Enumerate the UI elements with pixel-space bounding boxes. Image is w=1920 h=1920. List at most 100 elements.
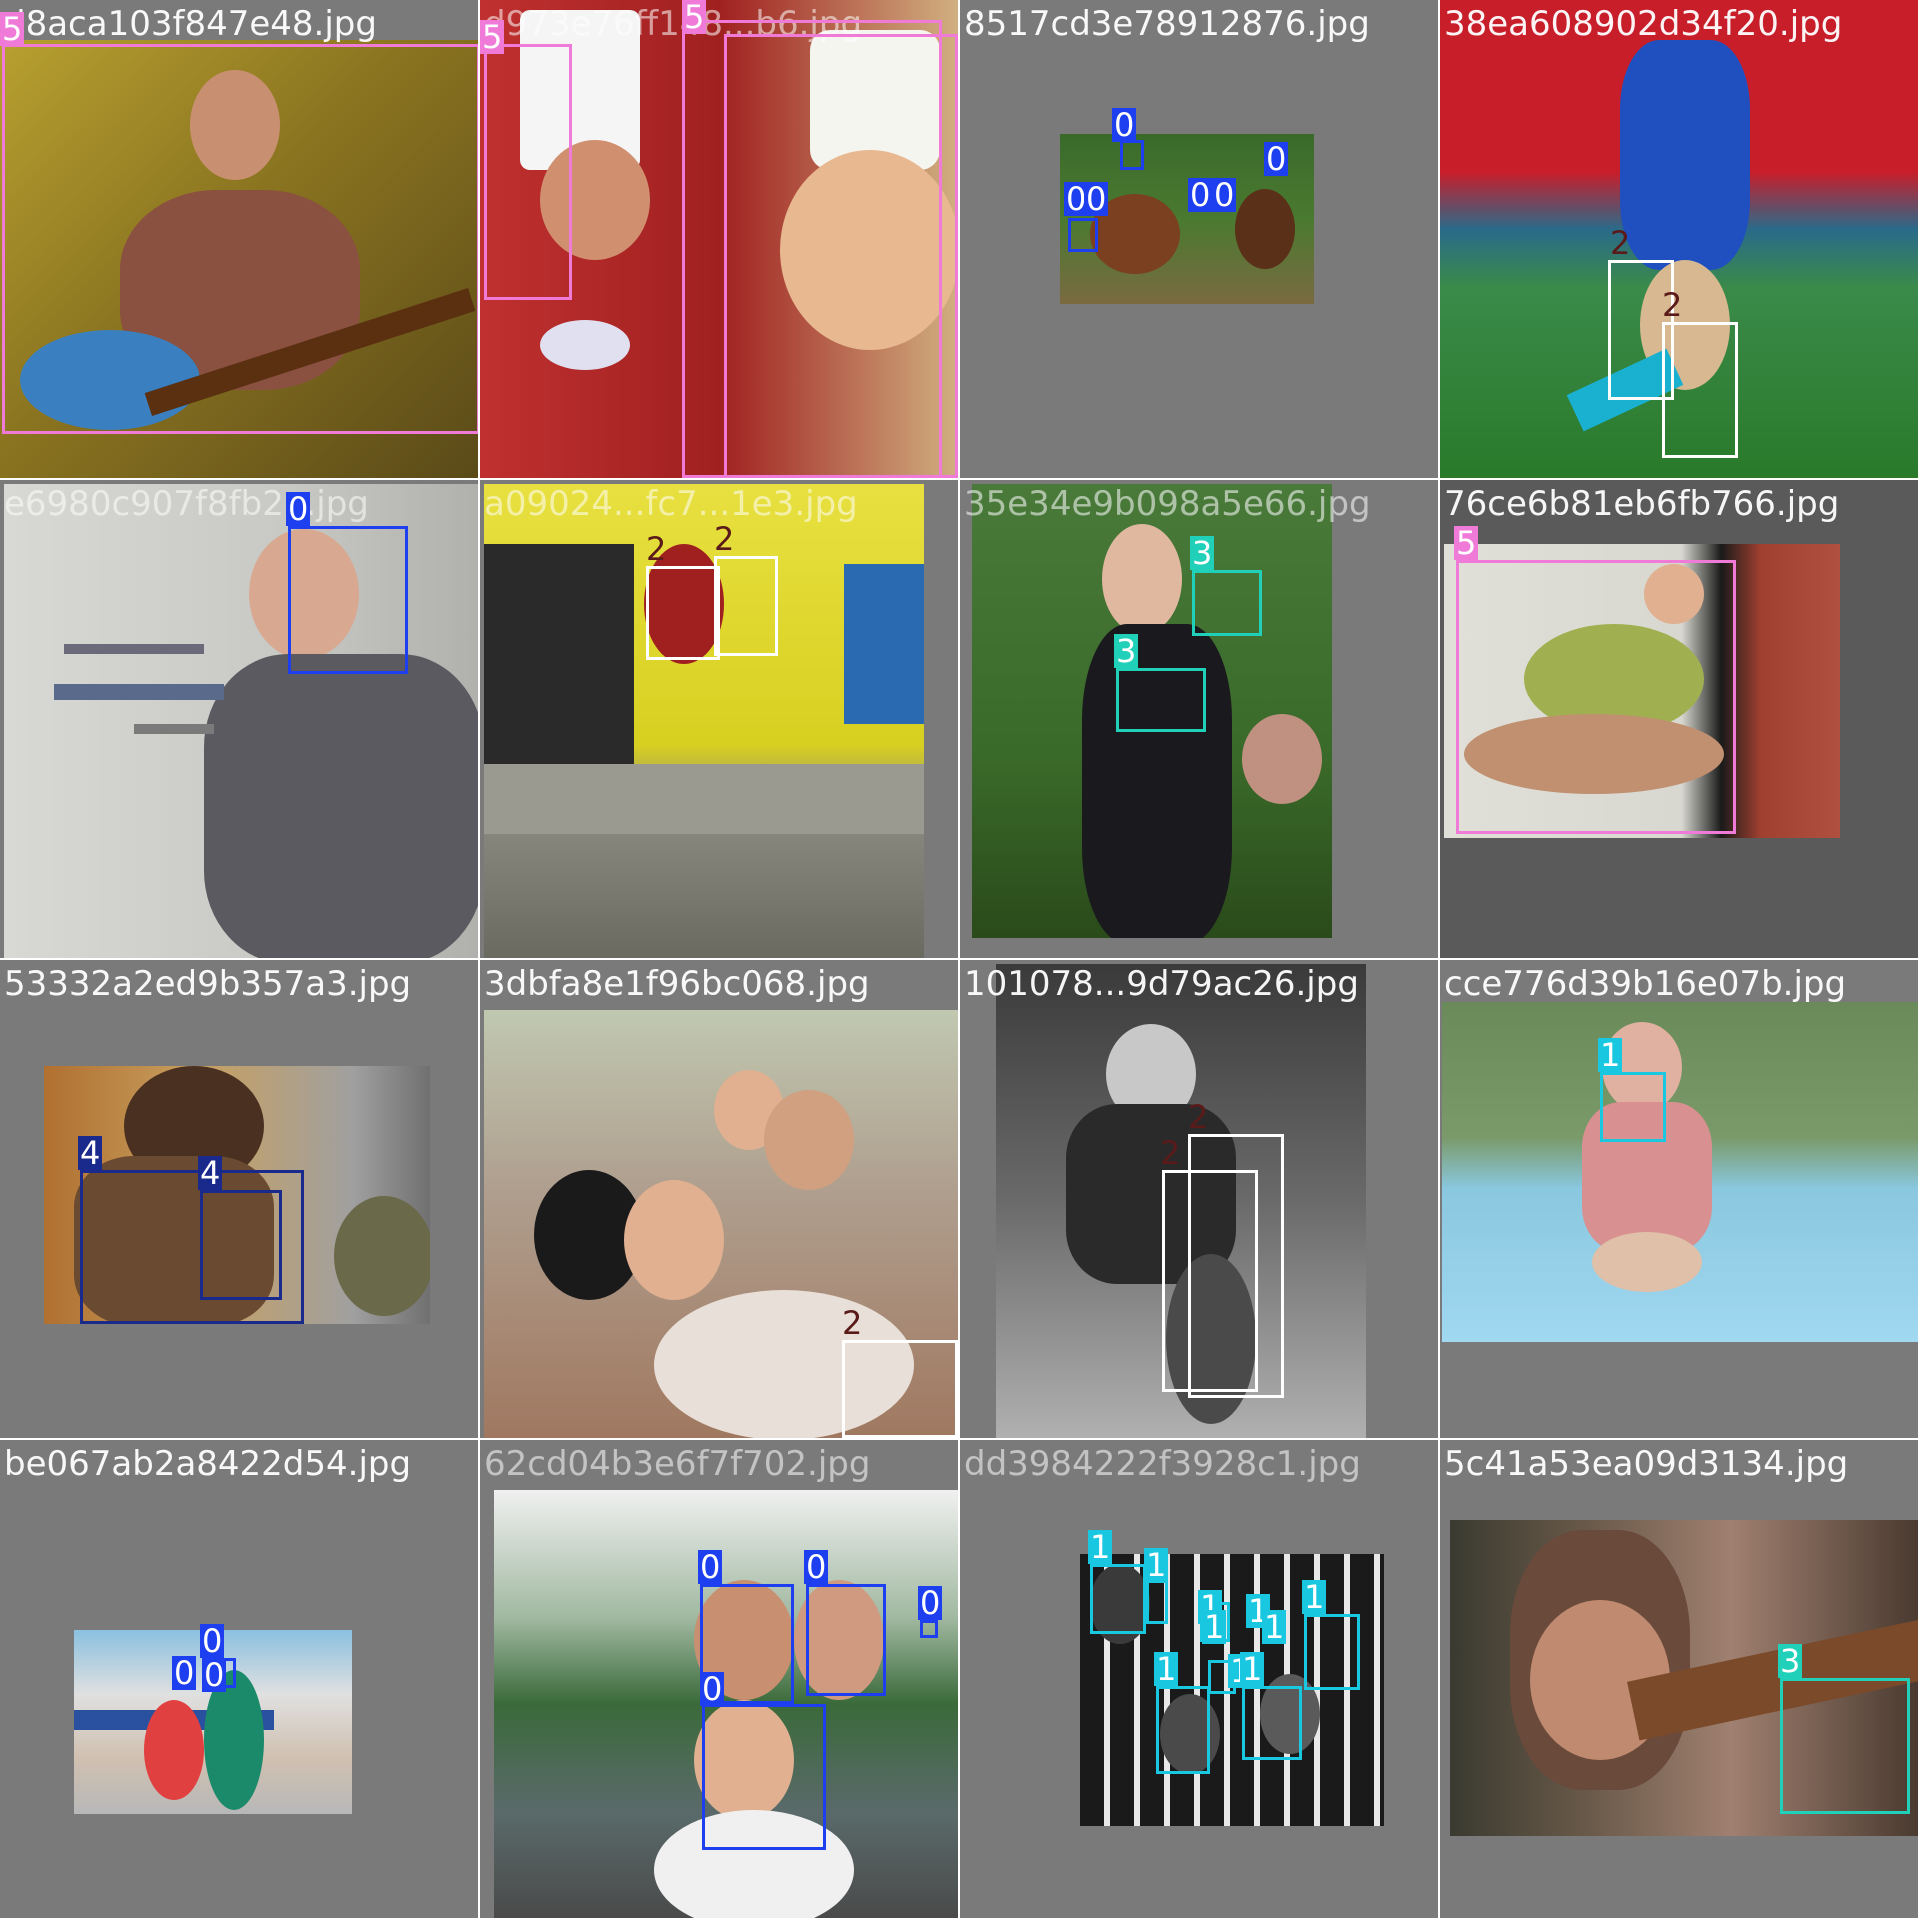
- filename-label: cce776d39b16e07b.jpg: [1444, 964, 1847, 1004]
- class-label-tag: 1: [1202, 1608, 1227, 1646]
- mosaic-tile: 38ea608902d34f20.jpg 2 2: [1440, 0, 1918, 478]
- bounding-box: [2, 44, 478, 434]
- bounding-box: [702, 1704, 826, 1850]
- grid-divider: [958, 0, 960, 1920]
- mosaic-tile: a09024...fc7...1e3.jpg 2 2: [480, 480, 958, 958]
- mosaic-grid: d8aca103f847e48.jpg 5 d973e76ff148...b6.…: [0, 0, 1920, 1920]
- class-label-tag: 0: [286, 490, 311, 528]
- mosaic-tile: 8517cd3e78912876.jpg 0 0 0 0 0 0: [960, 0, 1438, 478]
- class-label-tag: 1: [1154, 1650, 1179, 1688]
- bounding-box: [1068, 218, 1098, 252]
- grid-divider: [0, 478, 1920, 480]
- grid-divider: [1438, 0, 1440, 1920]
- bounding-box: [806, 1584, 886, 1696]
- class-label-tag: 2: [842, 1304, 863, 1342]
- bounding-box: [646, 566, 720, 660]
- bounding-box: [1600, 1072, 1666, 1142]
- class-label-tag: 2: [646, 530, 667, 568]
- class-label-tag: 3: [1778, 1642, 1803, 1680]
- bounding-box: [1662, 322, 1738, 458]
- mosaic-tile: dd3984222f3928c1.jpg 1 1 1 1 1 1 1 1 1 1: [960, 1440, 1438, 1918]
- class-label-tag: 0: [804, 1548, 829, 1586]
- mosaic-tile: 76ce6b81eb6fb766.jpg 5: [1440, 480, 1918, 958]
- class-label-tag: 2: [1610, 224, 1631, 262]
- mosaic-tile: 35e34e9b098a5e66.jpg 3 3: [960, 480, 1438, 958]
- mosaic-tile: e6980c907f8fb2...jpg 0: [0, 480, 478, 958]
- filename-label: dd3984222f3928c1.jpg: [964, 1444, 1361, 1484]
- mosaic-tile: be067ab2a8422d54.jpg 0 0 0: [0, 1440, 478, 1918]
- class-label-tag: 2: [1662, 286, 1683, 324]
- class-label-tag: 5: [1454, 524, 1479, 562]
- filename-label: 8517cd3e78912876.jpg: [964, 4, 1370, 44]
- bounding-box: [1242, 1686, 1302, 1760]
- filename-label: 53332a2ed9b357a3.jpg: [4, 964, 412, 1004]
- class-label-tag: 0: [172, 1654, 197, 1692]
- class-label-tag: 0: [1084, 180, 1109, 218]
- grid-divider: [478, 0, 480, 1920]
- filename-label: 38ea608902d34f20.jpg: [1444, 4, 1843, 44]
- class-label-tag: 5: [480, 18, 505, 56]
- mosaic-tile: 3dbfa8e1f96bc068.jpg 2: [480, 960, 958, 1438]
- bounding-box: [1120, 140, 1144, 170]
- mosaic-tile: cce776d39b16e07b.jpg 1: [1440, 960, 1918, 1438]
- mosaic-tile: 53332a2ed9b357a3.jpg 4 4: [0, 960, 478, 1438]
- class-label-tag: 1: [1262, 1608, 1287, 1646]
- grid-divider: [0, 1438, 1920, 1440]
- filename-label: 76ce6b81eb6fb766.jpg: [1444, 484, 1840, 524]
- class-label-tag: 5: [682, 0, 707, 36]
- class-label-tag: 0: [698, 1548, 723, 1586]
- filename-label: 62cd04b3e6f7f702.jpg: [484, 1444, 871, 1484]
- class-label-tag: 0: [918, 1584, 943, 1622]
- class-label-tag: 0: [1188, 176, 1213, 214]
- class-label-tag: 1: [1302, 1578, 1327, 1616]
- class-label-tag: 0: [1264, 140, 1289, 178]
- bounding-box: [1146, 1580, 1168, 1624]
- class-label-tag: 1: [1144, 1546, 1169, 1584]
- class-label-tag: 0: [1212, 176, 1237, 214]
- bounding-box: [1162, 1170, 1258, 1392]
- class-label-tag: 3: [1190, 534, 1215, 572]
- mosaic-tile: d973e76ff148...b6.jpg 5 5: [480, 0, 958, 478]
- class-label-tag: 2: [714, 520, 735, 558]
- bounding-box: [920, 1620, 938, 1638]
- bounding-box: [1116, 668, 1206, 732]
- class-label-tag: 0: [200, 1622, 225, 1660]
- bounding-box: [484, 44, 572, 300]
- class-label-tag: 4: [78, 1134, 103, 1172]
- bounding-box: [1090, 1564, 1146, 1634]
- class-label-tag: 3: [1114, 632, 1139, 670]
- class-label-tag: 5: [0, 10, 25, 48]
- mosaic-tile: 101078...9d79ac26.jpg 2 2: [960, 960, 1438, 1438]
- filename-label: e6980c907f8fb2...jpg: [4, 484, 369, 524]
- class-label-tag: 2: [1160, 1134, 1181, 1172]
- tile-photo: [484, 484, 924, 958]
- class-label-tag: 1: [1240, 1650, 1265, 1688]
- class-label-tag: 0: [700, 1670, 725, 1708]
- filename-label: be067ab2a8422d54.jpg: [4, 1444, 412, 1484]
- class-label-tag: 4: [198, 1154, 223, 1192]
- bounding-box: [1456, 560, 1736, 834]
- filename-label: d8aca103f847e48.jpg: [4, 4, 377, 44]
- bounding-box: [200, 1190, 282, 1300]
- class-label-tag: 2: [1188, 1098, 1209, 1136]
- filename-label: 101078...9d79ac26.jpg: [964, 964, 1359, 1004]
- bounding-box: [1192, 570, 1262, 636]
- bounding-box: [682, 20, 942, 478]
- bounding-box: [1156, 1686, 1210, 1774]
- class-label-tag: 0: [1112, 106, 1137, 144]
- class-label-tag: 0: [202, 1656, 227, 1694]
- tile-photo: [1442, 1002, 1918, 1342]
- bounding-box: [1304, 1614, 1360, 1690]
- grid-divider: [0, 958, 1920, 960]
- bounding-box: [1780, 1678, 1910, 1814]
- filename-label: 5c41a53ea09d3134.jpg: [1444, 1444, 1849, 1484]
- mosaic-tile: 5c41a53ea09d3134.jpg 3: [1440, 1440, 1918, 1918]
- bounding-box: [288, 526, 408, 674]
- mosaic-tile: d8aca103f847e48.jpg 5: [0, 0, 478, 478]
- filename-label: 35e34e9b098a5e66.jpg: [964, 484, 1371, 524]
- bounding-box: [842, 1340, 958, 1438]
- bounding-box: [714, 556, 778, 656]
- class-label-tag: 1: [1598, 1036, 1623, 1074]
- mosaic-tile: 62cd04b3e6f7f702.jpg 0 0 0 0: [480, 1440, 958, 1918]
- filename-label: a09024...fc7...1e3.jpg: [484, 484, 858, 524]
